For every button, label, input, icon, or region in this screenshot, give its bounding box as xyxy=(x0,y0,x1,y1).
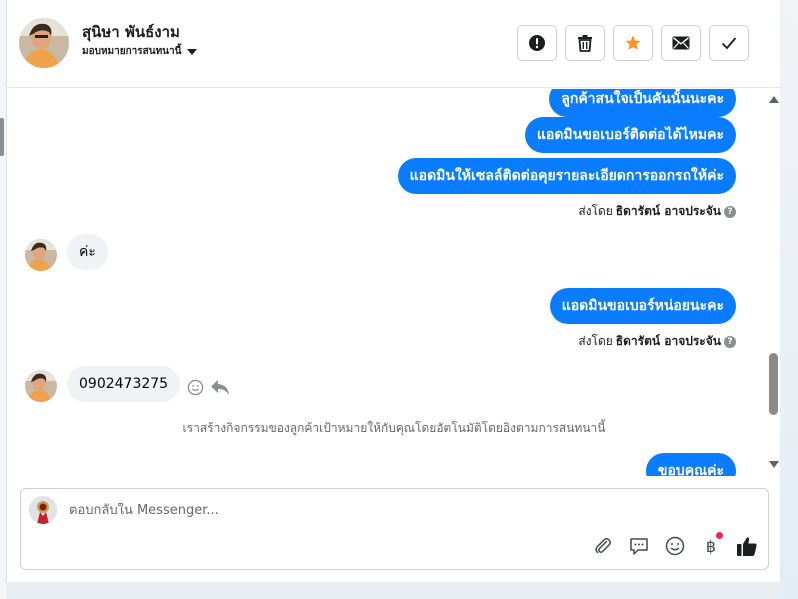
help-icon[interactable]: ? xyxy=(724,335,736,348)
outgoing-message: แอดมินขอเบอร์หน่อยนะคะ xyxy=(549,288,736,324)
message-list[interactable]: ลูกค้าสนใจเป็นคันนั้นนะคะ แอดมินขอเบอร์ต… xyxy=(7,89,781,476)
right-background-strip xyxy=(780,0,798,599)
contact-avatar-small xyxy=(25,370,57,402)
sender-name: ธิดารัตน์ อาจประจัน xyxy=(615,334,721,348)
star-button[interactable] xyxy=(613,25,653,61)
sent-by-label: ส่งโดย ธิดารัตน์ อาจประจัน ? xyxy=(578,332,736,351)
report-spam-button[interactable] xyxy=(517,25,557,61)
notification-dot xyxy=(716,532,723,539)
scroll-up-arrow[interactable] xyxy=(769,96,779,103)
emoji-button[interactable] xyxy=(664,535,686,557)
outgoing-message: แอดมินให้เซลล์ติดต่อคุยรายละเอียดการออกร… xyxy=(397,158,736,194)
sender-name: ธิดารัตน์ อาจประจัน xyxy=(615,204,721,218)
mark-unread-button[interactable] xyxy=(661,25,701,61)
sent-by-prefix: ส่งโดย xyxy=(578,334,613,348)
scroll-down-arrow[interactable] xyxy=(769,461,779,468)
star-icon xyxy=(625,35,641,50)
assign-label: มอบหมายการสนทนานี้ xyxy=(82,46,182,57)
payment-button[interactable]: ฿ xyxy=(700,532,723,557)
smiley-icon[interactable] xyxy=(187,379,204,396)
incoming-message: ค่ะ xyxy=(67,234,108,270)
left-collapse-tab[interactable] xyxy=(0,118,4,156)
mark-done-button[interactable] xyxy=(709,25,749,61)
paperclip-icon xyxy=(595,538,611,554)
baht-icon: ฿ xyxy=(705,536,717,556)
trash-icon xyxy=(578,35,592,52)
conversation-header: สุนิษา พันธ์งาม มอบหมายการสนทนานี้ xyxy=(7,0,781,88)
outgoing-message: ขอบคุณค่ะ xyxy=(645,453,736,476)
message-actions xyxy=(187,379,230,396)
composer-tools: ฿ xyxy=(592,532,758,557)
page-avatar xyxy=(29,496,57,524)
reply-input[interactable] xyxy=(69,503,569,518)
report-icon xyxy=(529,35,545,51)
reply-composer: ฿ xyxy=(20,488,769,570)
contact-name: สุนิษา พันธ์งาม xyxy=(82,23,180,41)
reply-icon[interactable] xyxy=(210,379,230,396)
thumbs-up-icon xyxy=(737,537,757,556)
saved-replies-button[interactable] xyxy=(628,535,650,557)
envelope-icon xyxy=(672,36,690,50)
contact-avatar[interactable] xyxy=(19,18,69,68)
outgoing-message: ลูกค้าสนใจเป็นคันนั้นนะคะ xyxy=(549,89,736,117)
conversation-panel: สุนิษา พันธ์งาม มอบหมายการสนทนานี้ ลูกค้… xyxy=(6,0,781,582)
like-button[interactable] xyxy=(736,535,758,557)
check-icon xyxy=(721,37,737,50)
system-note: เราสร้างกิจกรรมของลูกค้าเป้าหมายให้กับคุ… xyxy=(182,421,606,435)
scrollbar-thumb[interactable] xyxy=(769,353,778,415)
caret-down-icon xyxy=(187,48,198,55)
sent-by-label: ส่งโดย ธิดารัตน์ อาจประจัน ? xyxy=(578,202,736,221)
help-icon[interactable]: ? xyxy=(724,205,736,218)
smiley-icon xyxy=(665,536,685,556)
chat-bubble-icon xyxy=(630,538,648,555)
header-actions xyxy=(517,25,749,61)
attach-button[interactable] xyxy=(592,535,614,557)
contact-avatar-small xyxy=(25,239,57,271)
sent-by-prefix: ส่งโดย xyxy=(578,204,613,218)
incoming-message: 0902473275 xyxy=(67,366,181,402)
assign-conversation-dropdown[interactable]: มอบหมายการสนทนานี้ xyxy=(82,44,198,59)
outgoing-message: แอดมินขอเบอร์ติดต่อได้ไหมคะ xyxy=(524,117,736,153)
delete-button[interactable] xyxy=(565,25,605,61)
